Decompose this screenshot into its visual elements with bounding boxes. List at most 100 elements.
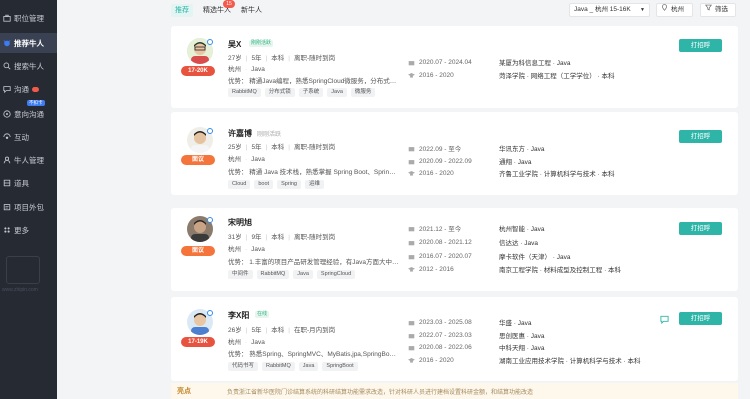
tab-new[interactable]: 新牛人	[237, 4, 266, 17]
skill-tags: RabbitMQ 分布式锁 子系统 Java 微服务	[228, 88, 376, 97]
experience-org: 齐鲁工业学院 · 计算机科学与技术 · 本科	[499, 171, 615, 178]
featured-count-badge: 15	[223, 0, 235, 8]
greet-button[interactable]: 打招呼	[679, 39, 722, 52]
status-chip: 在线	[255, 311, 270, 318]
candidate-name[interactable]: 许嘉博	[228, 128, 252, 139]
experience-org: 湖南工业应用技术学院 · 计算机科学与技术 · 本科	[499, 358, 641, 365]
people-icon	[2, 156, 11, 165]
sidebar-item-more[interactable]: 更多	[0, 220, 57, 240]
sidebar-item-recommend[interactable]: 推荐牛人	[0, 33, 57, 53]
greet-button[interactable]: 打招呼	[679, 222, 722, 235]
job-filter-select[interactable]: Java _ 杭州 15-16K ▼	[569, 3, 650, 17]
sidebar-item-talent-management[interactable]: 牛人管理	[0, 150, 57, 170]
sidebar-item-label: 道具	[14, 178, 29, 188]
education-experience: 2016 - 2020 菏泽学院 · 网络工程（工学学位） · 本科	[408, 70, 615, 80]
skill-tag: Spring	[277, 180, 301, 189]
experience-org: 中科天翔 · Java	[499, 345, 545, 352]
experience-date: 2020.07 - 2024.04	[419, 58, 472, 66]
experience-years: 9年	[251, 234, 262, 241]
candidate-card[interactable]: 17-19K 李X阳 在线 26岁 | 5年 | 本科 | 在职-月内到岗 杭州 · Java …	[171, 297, 738, 381]
experience-date: 2020.08 - 2021.12	[419, 238, 472, 246]
sidebar-item-interact[interactable]: 互动	[0, 127, 57, 147]
experience-date: 2023.03 - 2025.08	[419, 318, 472, 326]
age: 25岁	[228, 144, 242, 151]
candidate-name[interactable]: 李X阳	[228, 310, 249, 321]
message-icon[interactable]	[660, 315, 669, 325]
tab-recommend[interactable]: 推荐	[171, 4, 193, 17]
unread-badge	[32, 86, 39, 92]
sidebar-item-job-management[interactable]: 职位管理	[0, 8, 57, 28]
candidate-basic-info: 25岁 | 5年 | 本科 | 离职-随时到岗	[228, 144, 336, 151]
experience-date: 2016.07 - 2020.07	[419, 252, 472, 260]
work-experience: 2022.07 - 2023.03 思创医惠 · Java	[408, 330, 545, 340]
candidate-name[interactable]: 宋明旭	[228, 217, 252, 228]
highlight-label: 亮点	[177, 388, 191, 395]
expect-city: 杭州	[228, 66, 241, 73]
salary-badge: 17-19K	[181, 337, 215, 347]
skill-tag: SpringCloud	[316, 270, 356, 279]
expect-position: Java	[251, 66, 265, 73]
briefcase-icon	[408, 145, 415, 152]
candidate-basic-info: 26岁 | 5年 | 本科 | 在职-月内到岗	[228, 327, 336, 334]
work-experience: 2020.09 - 2022.09 通翔 · Java	[408, 156, 532, 166]
experience-org: 信达达 · Java	[499, 240, 539, 247]
skill-tag: RabbitMQ	[256, 270, 290, 279]
skill-tag: 分布式锁	[264, 88, 295, 97]
greet-button[interactable]: 打招呼	[679, 312, 722, 325]
experience-org: 华盛 · Java	[499, 320, 532, 327]
skill-tags: 代码书写 RabbitMQ Java SpringBoot	[228, 362, 358, 371]
sidebar-item-search[interactable]: 搜索牛人	[0, 56, 57, 76]
experience-years: 5年	[251, 144, 262, 151]
skill-tag: Java	[293, 270, 313, 279]
candidate-advantage: 优势： 1.丰富的项目产品研发管理经验，有Java方面大中…	[228, 259, 399, 266]
city-filter[interactable]: 杭州	[656, 3, 693, 17]
sidebar-item-project-outsourcing[interactable]: 项目外包	[0, 197, 57, 217]
skill-tag: SpringBoot	[322, 362, 358, 371]
candidate-card[interactable]: 面议 宋明旭 31岁 | 9年 | 本科 | 离职-随时到岗 杭州 · Java 优势： 1.丰…	[171, 208, 738, 291]
candidate-name[interactable]: 吴X	[228, 39, 241, 50]
skill-tag: Cloud	[228, 180, 251, 189]
chevron-down-icon: ▼	[640, 7, 645, 13]
sidebar-item-intent-chat[interactable]: 不扣卡 意向沟通	[0, 100, 57, 124]
experience-org: 通翔 · Java	[499, 159, 532, 166]
skill-tag: RabbitMQ	[262, 362, 295, 371]
experience-org: 摩卡软件（天津） · Java	[499, 254, 571, 261]
sidebar-item-label: 推荐牛人	[14, 38, 44, 48]
verified-badge-icon	[207, 310, 213, 316]
candidate-advantage: 优势： 精通 Java 技术栈，熟悉掌握 Spring Boot、Sprin…	[228, 169, 396, 176]
expect-city: 杭州	[228, 339, 241, 346]
briefcase-icon	[408, 344, 415, 351]
city-value: 杭州	[671, 6, 684, 13]
graduation-cap-icon	[408, 170, 415, 177]
candidate-card[interactable]: 17-20K 吴X 刚刚活跃 27岁 | 5年 | 本科 | 离职-随时到岗 杭州 · Java…	[171, 26, 738, 108]
experience-date: 2020.08 - 2022.06	[419, 343, 472, 351]
experience-date: 2022.09 - 至今	[419, 146, 462, 153]
degree: 本科	[271, 234, 285, 241]
job-status: 离职-随时到岗	[293, 55, 336, 62]
briefcase-icon	[408, 319, 415, 326]
skill-tags: Cloud boot Spring 运维	[228, 180, 325, 189]
sidebar-item-chat[interactable]: 沟通	[0, 79, 57, 99]
sidebar-item-label: 牛人管理	[14, 155, 44, 165]
filter-button[interactable]: 筛选	[700, 3, 736, 17]
candidate-card[interactable]: 面议 许嘉博 刚刚活跃 25岁 | 5年 | 本科 | 离职-随时到岗 杭州 · Java 优势…	[171, 112, 738, 195]
experience-org: 思创医惠 · Java	[499, 333, 545, 340]
work-experience: 2023.03 - 2025.08 华盛 · Java	[408, 317, 532, 327]
work-experience: 2020.08 - 2021.12 信达达 · Java	[408, 237, 538, 247]
watermark-logo	[6, 256, 40, 284]
job-status: 在职-月内到岗	[293, 327, 336, 334]
salary-badge: 面议	[181, 246, 215, 256]
work-experience: 2022.09 - 至今 华讯东方 · Java	[408, 143, 545, 153]
briefcase-icon	[408, 253, 415, 260]
sidebar-item-label: 互动	[14, 132, 29, 142]
status-chip: 刚刚活跃	[249, 40, 274, 47]
skill-tag: Java	[327, 88, 347, 97]
candidate-basic-info: 31岁 | 9年 | 本科 | 离职-随时到岗	[228, 234, 336, 241]
skill-tag: Java	[298, 362, 319, 371]
sidebar-item-props[interactable]: 道具	[0, 173, 57, 193]
chat-heart-icon	[2, 110, 11, 119]
experience-date: 2022.07 - 2023.03	[419, 331, 472, 339]
greet-button[interactable]: 打招呼	[679, 130, 722, 143]
filter-icon	[705, 4, 712, 16]
verified-badge-icon	[207, 39, 213, 45]
